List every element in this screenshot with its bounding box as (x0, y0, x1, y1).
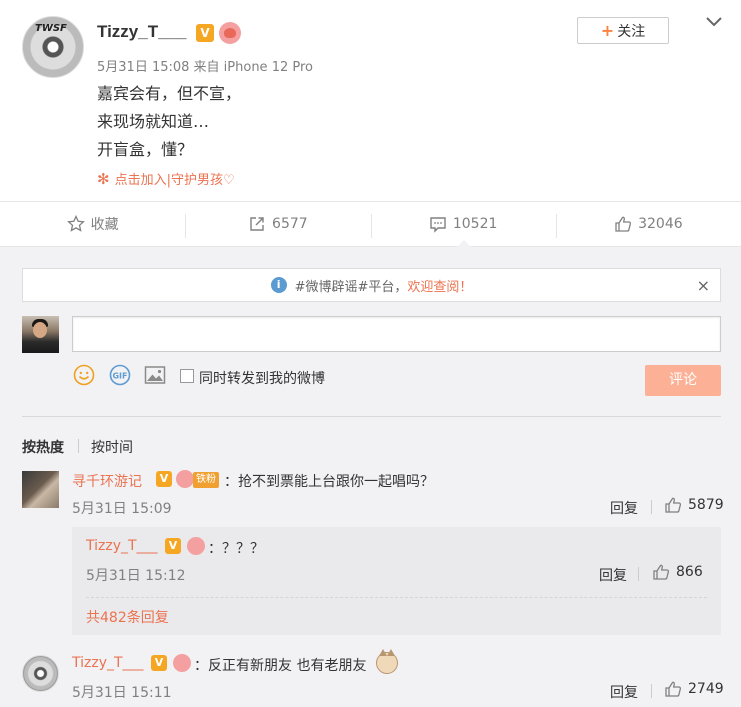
comment-time: 5月31日 15:11 (72, 685, 172, 701)
favorite-button[interactable]: 收藏 (0, 202, 185, 246)
repost-checkbox-label[interactable]: 同时转发到我的微博 (199, 368, 325, 388)
rumor-notice-bar: i #微博辟谣#平台， 欢迎查阅！ × (22, 268, 721, 302)
author-avatar[interactable]: TWSF (22, 16, 84, 78)
commenter-name[interactable]: Tizzy_T___ (86, 538, 158, 554)
info-icon: i (270, 277, 287, 293)
commenter-name[interactable]: 寻千环游记 (72, 471, 142, 491)
flower-icon: ✻ (97, 169, 110, 188)
comment-like-count: 5879 (688, 497, 724, 513)
close-icon[interactable]: × (697, 276, 710, 295)
follow-label: 关注 (617, 23, 646, 40)
comment-time: 5月31日 15:12 (86, 568, 186, 584)
verified-badge-icon[interactable]: V (165, 538, 181, 554)
post-content-line: 嘉宾会有，但不宣， (97, 84, 242, 103)
fan-badge[interactable]: 铁粉 (193, 472, 219, 488)
favorite-label: 收藏 (90, 217, 119, 233)
comment-icon (430, 217, 446, 233)
follow-button[interactable]: + 关注 (577, 17, 669, 44)
reply-button[interactable]: 回复 (599, 565, 627, 585)
comment-like-button[interactable]: 5879 (664, 496, 724, 514)
like-button[interactable]: 32046 (555, 202, 741, 246)
divider (86, 597, 707, 598)
reply-thread: Tizzy_T___ V ：？？？ 5月31日 15:12 回复 866 共48… (72, 527, 721, 635)
comment-like-button[interactable]: 866 (652, 563, 703, 581)
repost-checkbox[interactable] (180, 369, 194, 383)
cat-emoji-icon (376, 649, 398, 674)
view-more-replies-link[interactable]: 共482条回复 (86, 607, 169, 627)
share-icon (250, 217, 264, 231)
chevron-down-icon[interactable] (704, 12, 724, 32)
comment-text: ：反正有新朋友 也有老朋友 (194, 658, 367, 674)
comment-count: 10521 (452, 216, 498, 232)
repost-count: 6577 (272, 216, 308, 232)
comment-time: 5月31日 15:09 (72, 501, 172, 517)
commenter-avatar[interactable] (22, 471, 59, 508)
post-action-bar: 收藏 6577 10521 32046 (0, 201, 741, 247)
super-topic-link[interactable]: ✻ 点击加入|守护男孩♡ (97, 169, 235, 189)
notice-link[interactable]: 欢迎查阅！ (407, 276, 472, 295)
reply-button[interactable]: 回复 (610, 682, 638, 702)
star-icon (66, 215, 85, 232)
post-content-line: 开盲盒，懂？ (97, 140, 194, 159)
comment-text: ：？？？ (208, 541, 264, 557)
sort-by-time-tab[interactable]: 按时间 (91, 437, 133, 457)
comment-like-count: 866 (676, 564, 703, 580)
verified-badge-icon[interactable]: V (151, 655, 167, 671)
post-meta: 5月31日 15:08 来自 iPhone 12 Pro (97, 60, 313, 75)
svg-text:GIF: GIF (112, 372, 127, 381)
weibo-post: TWSF Tizzy_T___ V 5月31日 15:08 来自 iPhone … (0, 0, 741, 201)
post-content: 嘉宾会有，但不宣， 来现场就知道… 开盲盒，懂？ (97, 80, 241, 164)
verified-badge-icon[interactable]: V (196, 24, 214, 42)
comment-text: ：抢不到票能上台跟你一起唱吗？ (224, 474, 434, 490)
comment-input[interactable] (72, 316, 721, 352)
notice-text: #微博辟谣#平台， (294, 279, 408, 295)
verified-badge-icon[interactable]: V (156, 471, 172, 487)
thumbs-up-icon (665, 681, 682, 697)
commenter-avatar[interactable] (22, 655, 59, 692)
member-level-icon[interactable] (219, 22, 241, 44)
member-level-icon[interactable] (187, 537, 205, 555)
author-username[interactable]: Tizzy_T___ (97, 22, 186, 42)
sort-by-hot-tab[interactable]: 按热度 (22, 437, 64, 457)
repost-button[interactable]: 6577 (185, 202, 370, 246)
my-avatar[interactable] (22, 316, 59, 353)
thumbs-up-icon (665, 497, 682, 513)
submit-comment-button[interactable]: 评论 (645, 365, 721, 396)
comment-like-button[interactable]: 2749 (664, 680, 724, 698)
like-count: 32046 (638, 216, 683, 232)
comment-section: i #微博辟谣#平台， 欢迎查阅！ × GIF 同时转发到我的微博 评论 按热度… (0, 247, 741, 707)
thumbs-up-icon (653, 564, 670, 580)
reply-button[interactable]: 回复 (610, 498, 638, 518)
plus-icon: + (600, 21, 615, 40)
gif-icon[interactable]: GIF (109, 364, 131, 386)
commenter-name[interactable]: Tizzy_T___ (72, 655, 144, 671)
super-topic-label: 点击加入|守护男孩♡ (114, 173, 235, 188)
sort-separator (78, 439, 79, 453)
post-content-line: 来现场就知道… (97, 112, 210, 131)
divider (22, 416, 721, 417)
member-level-icon[interactable] (173, 654, 191, 672)
image-icon[interactable] (144, 364, 166, 386)
avatar-logo-text: TWSF (35, 23, 67, 34)
thumbs-up-icon (615, 216, 632, 232)
member-level-icon[interactable] (176, 470, 194, 488)
comment-like-count: 2749 (688, 681, 724, 697)
comment-button[interactable]: 10521 (370, 202, 556, 247)
emoji-icon[interactable] (73, 364, 95, 386)
